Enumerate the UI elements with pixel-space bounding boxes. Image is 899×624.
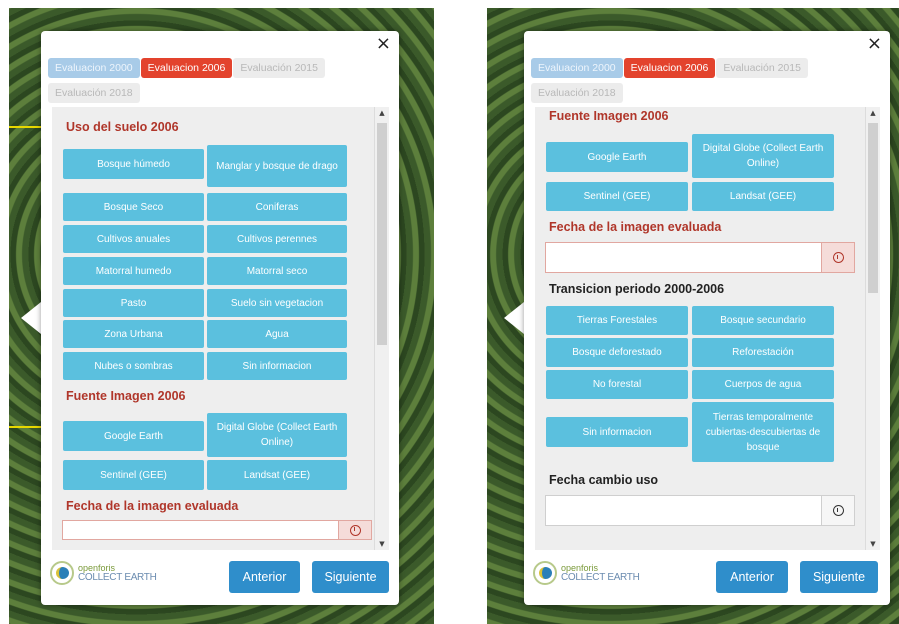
option-bosque-deforestado[interactable]: Bosque deforestado <box>546 338 688 367</box>
scrollbar-thumb[interactable] <box>868 123 878 293</box>
scrollbar-thumb[interactable] <box>377 123 387 345</box>
plot-boundary-line <box>9 426 45 428</box>
form-content: Fuente Imagen 2006 Google Earth Digital … <box>535 107 866 550</box>
scrollbar[interactable]: ▲ ▼ <box>865 107 880 550</box>
form-panel: Fuente Imagen 2006 Google Earth Digital … <box>535 107 880 550</box>
land-use-heading: Uso del suelo 2006 <box>66 120 179 134</box>
option-landsat[interactable]: Landsat (GEE) <box>207 460 347 490</box>
logo-line2: COLLECT EARTH <box>78 572 157 583</box>
dialog-footer: openforis COLLECT EARTH Anterior Siguien… <box>524 550 890 605</box>
option-no-forestal[interactable]: No forestal <box>546 370 688 399</box>
option-google-earth[interactable]: Google Earth <box>63 421 204 451</box>
dialog-footer: openforis COLLECT EARTH Anterior Siguien… <box>41 550 399 605</box>
previous-button[interactable]: Anterior <box>229 561 300 593</box>
scroll-up-icon[interactable]: ▲ <box>375 109 389 117</box>
change-date-heading: Fecha cambio uso <box>549 473 659 487</box>
image-date-field[interactable] <box>62 520 372 540</box>
change-date-field[interactable] <box>545 495 855 526</box>
scroll-up-icon[interactable]: ▲ <box>866 109 880 117</box>
option-digital-globe[interactable]: Digital Globe (Collect Earth Online) <box>207 413 347 457</box>
option-manglar[interactable]: Manglar y bosque de drago <box>207 145 347 187</box>
option-cultivos-perennes[interactable]: Cultivos perennes <box>207 225 347 253</box>
tab-evaluacion-2018[interactable]: Evaluación 2018 <box>48 83 140 103</box>
collect-earth-logo: openforis COLLECT EARTH <box>50 561 157 585</box>
dialog-pointer <box>21 302 41 334</box>
tab-bar: Evaluacion 2000 Evaluacion 2006 Evaluación… <box>531 56 860 106</box>
option-matorral-humedo[interactable]: Matorral humedo <box>63 257 204 285</box>
option-sin-informacion[interactable]: Sin informacion <box>546 417 688 447</box>
image-source-heading: Fuente Imagen 2006 <box>549 109 669 123</box>
tab-evaluacion-2015[interactable]: Evaluación 2015 <box>233 58 325 78</box>
scrollbar[interactable]: ▲ ▼ <box>374 107 389 550</box>
previous-button[interactable]: Anterior <box>716 561 788 593</box>
option-agua[interactable]: Agua <box>207 320 347 348</box>
image-date-field[interactable] <box>545 242 855 273</box>
tab-evaluacion-2000[interactable]: Evaluacion 2000 <box>48 58 140 78</box>
clock-icon <box>349 524 361 536</box>
tab-evaluacion-2006[interactable]: Evaluacion 2006 <box>140 58 233 78</box>
option-zona-urbana[interactable]: Zona Urbana <box>63 320 204 348</box>
option-bosque-humedo[interactable]: Bosque húmedo <box>63 149 204 179</box>
option-matorral-seco[interactable]: Matorral seco <box>207 257 347 285</box>
survey-dialog-right: × Evaluacion 2000 Evaluacion 2006 Evaluaci… <box>524 31 890 605</box>
openforis-logo-icon <box>533 561 557 585</box>
option-tierras-temporalmente[interactable]: Tierras temporalmente cubiertas-descubie… <box>692 402 834 462</box>
option-tierras-forestales[interactable]: Tierras Forestales <box>546 306 688 335</box>
clock-icon <box>832 252 844 263</box>
plot-boundary-line <box>9 126 45 128</box>
tab-evaluacion-2000[interactable]: Evaluacion 2000 <box>531 58 623 78</box>
option-cultivos-anuales[interactable]: Cultivos anuales <box>63 225 204 253</box>
image-source-heading: Fuente Imagen 2006 <box>66 389 186 403</box>
close-icon[interactable]: × <box>376 33 391 54</box>
close-icon[interactable]: × <box>867 33 882 54</box>
scroll-down-icon[interactable]: ▼ <box>375 540 389 548</box>
option-nubes-o-sombras[interactable]: Nubes o sombras <box>63 352 204 380</box>
tab-evaluacion-2018[interactable]: Evaluación 2018 <box>531 83 623 103</box>
clock-icon <box>832 505 844 516</box>
time-picker-button[interactable] <box>338 521 371 539</box>
option-bosque-secundario[interactable]: Bosque secundario <box>692 306 834 335</box>
option-landsat[interactable]: Landsat (GEE) <box>692 182 834 211</box>
collect-earth-logo: openforis COLLECT EARTH <box>533 561 640 585</box>
openforis-logo-icon <box>50 561 74 585</box>
next-button[interactable]: Siguiente <box>312 561 389 593</box>
form-panel: Uso del suelo 2006 Bosque húmedo Manglar… <box>52 107 389 550</box>
logo-line2: COLLECT EARTH <box>561 572 640 583</box>
option-bosque-seco[interactable]: Bosque Seco <box>63 193 204 221</box>
tab-evaluacion-2006[interactable]: Evaluacion 2006 <box>623 58 716 78</box>
next-button[interactable]: Siguiente <box>800 561 878 593</box>
option-cuerpos-de-agua[interactable]: Cuerpos de agua <box>692 370 834 399</box>
image-date-heading: Fecha de la imagen evaluada <box>66 499 239 513</box>
survey-dialog-left: × Evaluacion 2000 Evaluacion 2006 Evaluaci… <box>41 31 399 605</box>
dialog-pointer <box>504 302 524 334</box>
option-sentinel[interactable]: Sentinel (GEE) <box>63 460 204 490</box>
option-sentinel[interactable]: Sentinel (GEE) <box>546 182 688 211</box>
option-reforestacion[interactable]: Reforestación <box>692 338 834 367</box>
tab-bar: Evaluacion 2000 Evaluacion 2006 Evaluación… <box>48 56 369 106</box>
form-content: Uso del suelo 2006 Bosque húmedo Manglar… <box>52 107 375 550</box>
option-pasto[interactable]: Pasto <box>63 289 204 317</box>
option-coniferas[interactable]: Coniferas <box>207 193 347 221</box>
time-picker-button[interactable] <box>821 243 854 272</box>
tab-evaluacion-2015[interactable]: Evaluación 2015 <box>716 58 808 78</box>
scroll-down-icon[interactable]: ▼ <box>866 540 880 548</box>
option-suelo-sin-vegetacion[interactable]: Suelo sin vegetacion <box>207 289 347 317</box>
option-sin-informacion[interactable]: Sin informacion <box>207 352 347 380</box>
image-date-heading: Fecha de la imagen evaluada <box>549 220 722 234</box>
option-google-earth[interactable]: Google Earth <box>546 142 688 172</box>
time-picker-button[interactable] <box>821 496 854 525</box>
transition-heading: Transicion periodo 2000-2006 <box>549 282 725 296</box>
option-digital-globe[interactable]: Digital Globe (Collect Earth Online) <box>692 134 834 178</box>
